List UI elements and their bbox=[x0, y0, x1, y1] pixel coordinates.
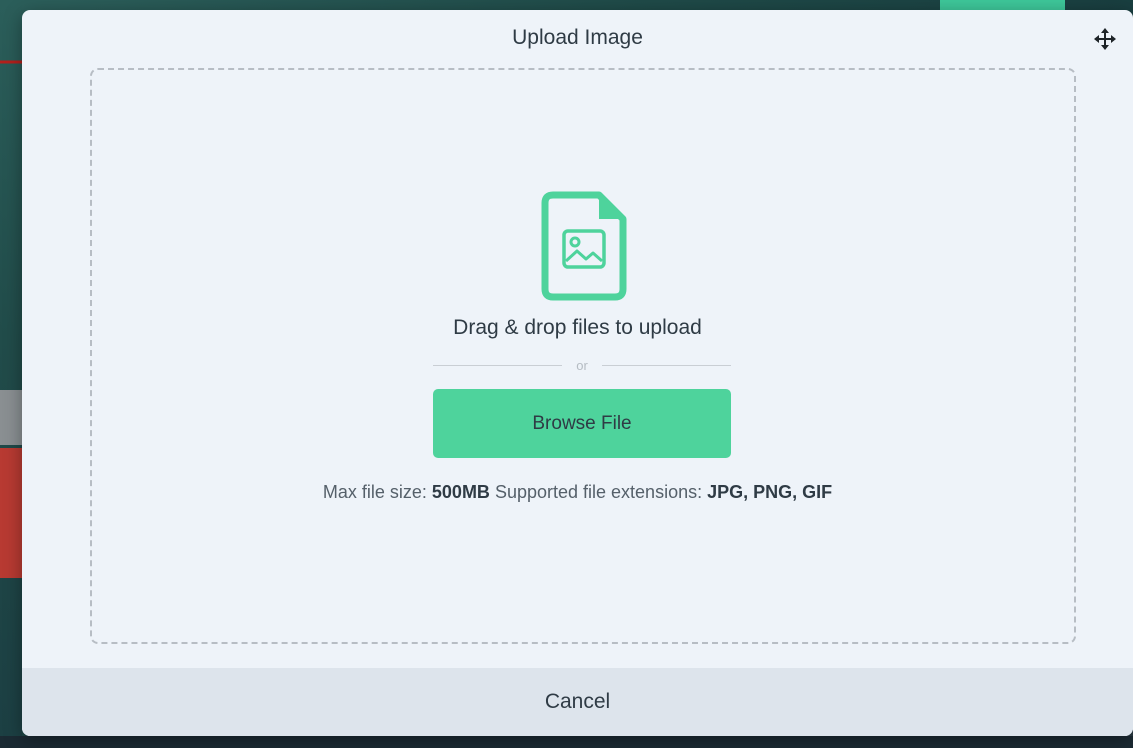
background-panel bbox=[0, 390, 22, 445]
cancel-button[interactable]: Cancel bbox=[515, 682, 640, 722]
extensions-value: JPG, PNG, GIF bbox=[707, 482, 833, 502]
modal-title: Upload Image bbox=[512, 26, 643, 49]
modal-header: Upload Image bbox=[22, 10, 1133, 66]
max-size-label: Max file size: bbox=[322, 482, 427, 502]
background-panel bbox=[0, 448, 22, 578]
upload-image-modal: Upload Image Drag & drop files to upload… bbox=[22, 10, 1133, 736]
divider-line bbox=[433, 364, 563, 366]
or-divider: or bbox=[433, 355, 731, 375]
modal-footer: Cancel bbox=[22, 668, 1133, 736]
divider-line bbox=[601, 364, 731, 366]
background-app-edge bbox=[0, 0, 22, 748]
max-size-value: 500MB bbox=[431, 482, 490, 502]
background-tab bbox=[940, 0, 1065, 10]
browse-file-button[interactable]: Browse File bbox=[433, 389, 731, 458]
divider-text: or bbox=[576, 357, 588, 373]
image-file-icon bbox=[541, 191, 627, 301]
file-requirements: Max file size: 500MB Supported file exte… bbox=[22, 482, 1133, 503]
extensions-label: Supported file extensions: bbox=[494, 482, 703, 502]
background-status-bar bbox=[0, 736, 1133, 748]
move-arrows-icon[interactable] bbox=[1093, 27, 1117, 51]
drag-drop-text: Drag & drop files to upload bbox=[453, 316, 702, 339]
